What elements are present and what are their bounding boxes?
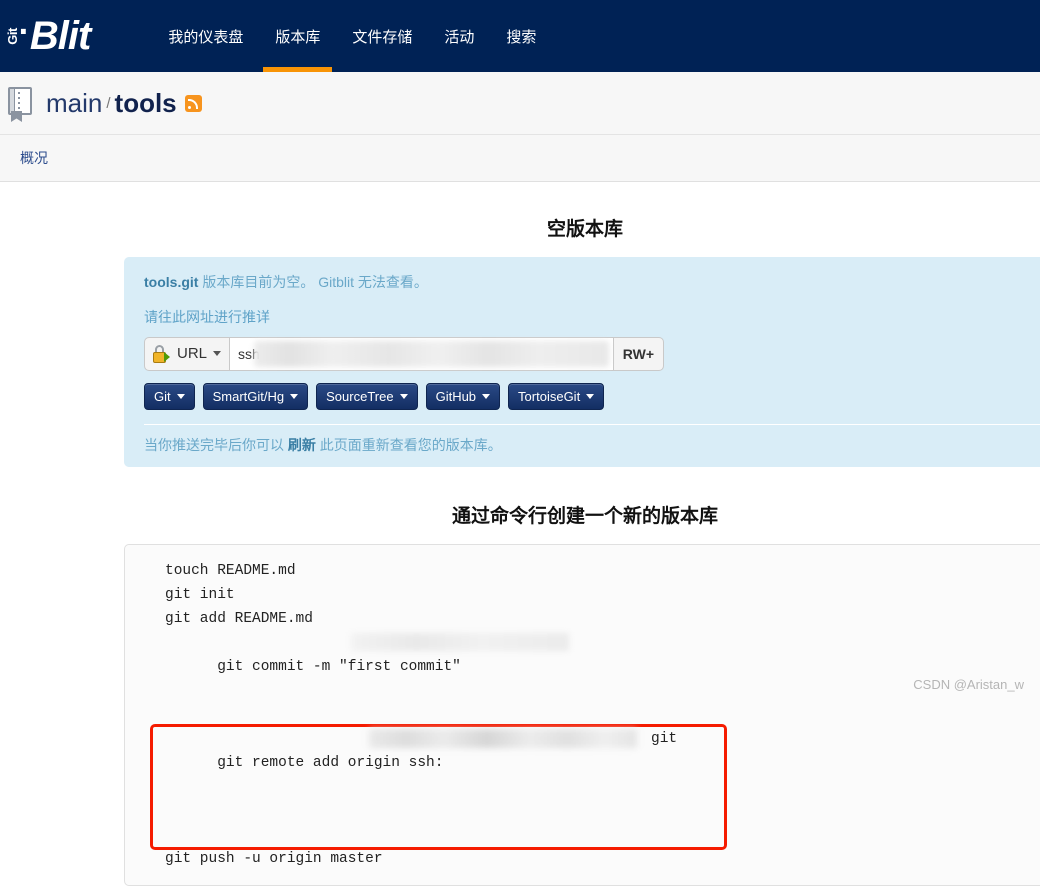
tab-overview[interactable]: 概况 (14, 144, 54, 172)
git-client-button-row: Git SmartGit/Hg SourceTree GitHub Tortoi… (144, 382, 1040, 410)
chevron-down-icon (482, 393, 491, 399)
client-github-label: GitHub (435, 388, 477, 404)
panel-divider (144, 423, 1040, 425)
commandline-title: 通过命令行创建一个新的版本库 (451, 505, 718, 527)
url-redaction-blur (254, 340, 609, 367)
nav-item-list: 我的仪表盘 版本库 文件存储 活动 搜索 (152, 0, 552, 72)
code-line-highlighted: git remote add origin ssh: git (150, 723, 727, 850)
url-selector-label: URL (177, 345, 208, 363)
nav-repositories[interactable]: 版本库 (259, 0, 336, 72)
breadcrumb-repository[interactable]: tools (115, 88, 177, 119)
chevron-down-icon (290, 393, 299, 399)
repository-filename: tools.git (144, 274, 199, 290)
chevron-down-icon (213, 351, 222, 357)
code-line: touch README.md (165, 562, 296, 579)
code-redaction-blur (351, 632, 569, 651)
nav-dashboard[interactable]: 我的仪表盘 (152, 0, 259, 72)
clone-url-input-wrap (230, 336, 613, 371)
access-permission-badge: RW+ (612, 336, 664, 371)
rss-icon[interactable] (184, 94, 202, 112)
repository-book-icon (8, 87, 34, 122)
chevron-down-icon (586, 393, 595, 399)
code-line: git push -u origin master (165, 850, 383, 867)
commandline-code-block: touch README.md git init git add README.… (124, 543, 1040, 886)
refresh-hint: 当你推送完毕后你可以 刷新 此页面重新查看您的版本库。 (144, 435, 1040, 455)
push-hint-label: 请往此网址进行推详 (144, 308, 270, 325)
gitblit-logo[interactable]: Git · Blit (4, 0, 100, 72)
client-smartgit-hg[interactable]: SmartGit/Hg (202, 382, 309, 410)
logo-blit-text: Blit (29, 14, 91, 58)
empty-repository-title: 空版本库 (546, 219, 623, 240)
client-sourcetree-label: SourceTree (326, 388, 394, 404)
code-line: git init (165, 586, 235, 603)
watermark: CSDN @Aristan_w (913, 677, 1024, 692)
client-sourcetree[interactable]: SourceTree (316, 382, 418, 410)
code-redaction-blur (369, 728, 637, 748)
refresh-hint-post: 此页面重新查看您的版本库。 (315, 436, 502, 453)
breadcrumb-project[interactable]: main (46, 88, 102, 119)
chevron-down-icon (399, 393, 408, 399)
code-line-text: git commit -m ″first commit″ (217, 658, 461, 675)
client-github[interactable]: GitHub (425, 382, 501, 410)
breadcrumb-separator: / (106, 94, 111, 112)
code-line-text: git remote add origin ssh: (217, 754, 444, 771)
breadcrumb: main / tools (0, 72, 1040, 135)
refresh-link[interactable]: 刷新 (288, 437, 316, 453)
client-git-label: Git (154, 388, 171, 404)
client-smartgit-hg-label: SmartGit/Hg (212, 388, 285, 404)
logo-dot: · (18, 13, 30, 51)
client-tortoisegit[interactable]: TortoiseGit (508, 382, 605, 410)
nav-search[interactable]: 搜索 (490, 0, 552, 72)
logo-git-text: Git (4, 27, 20, 45)
clone-url-row: URL RW+ (144, 336, 664, 371)
repository-tabbar: 概况 (0, 135, 1040, 182)
code-line: git commit -m ″first commit″ (125, 631, 1040, 727)
lock-icon (153, 344, 170, 363)
repository-message-rest: 版本库目前为空。 Gitblit 无法查看。 (198, 274, 428, 290)
nav-filestore[interactable]: 文件存储 (336, 0, 428, 72)
empty-repository-panel: tools.git 版本库目前为空。 Gitblit 无法查看。 请往此网址进行… (124, 257, 1040, 467)
client-tortoisegit-label: TortoiseGit (518, 388, 581, 404)
top-navbar: Git · Blit 我的仪表盘 版本库 文件存储 活动 搜索 (0, 0, 1040, 72)
nav-activity[interactable]: 活动 (428, 0, 490, 72)
url-protocol-selector[interactable]: URL (144, 336, 231, 371)
code-line-suffix: git (651, 730, 678, 747)
main-content: 空版本库 tools.git 版本库目前为空。 Gitblit 无法查看。 请往… (0, 182, 1040, 886)
empty-repository-message: tools.git 版本库目前为空。 Gitblit 无法查看。 (144, 273, 1040, 293)
chevron-down-icon (176, 393, 185, 399)
code-line: git add README.md (165, 610, 313, 627)
client-git[interactable]: Git (144, 382, 195, 410)
refresh-hint-pre: 当你推送完毕后你可以 (144, 436, 288, 453)
